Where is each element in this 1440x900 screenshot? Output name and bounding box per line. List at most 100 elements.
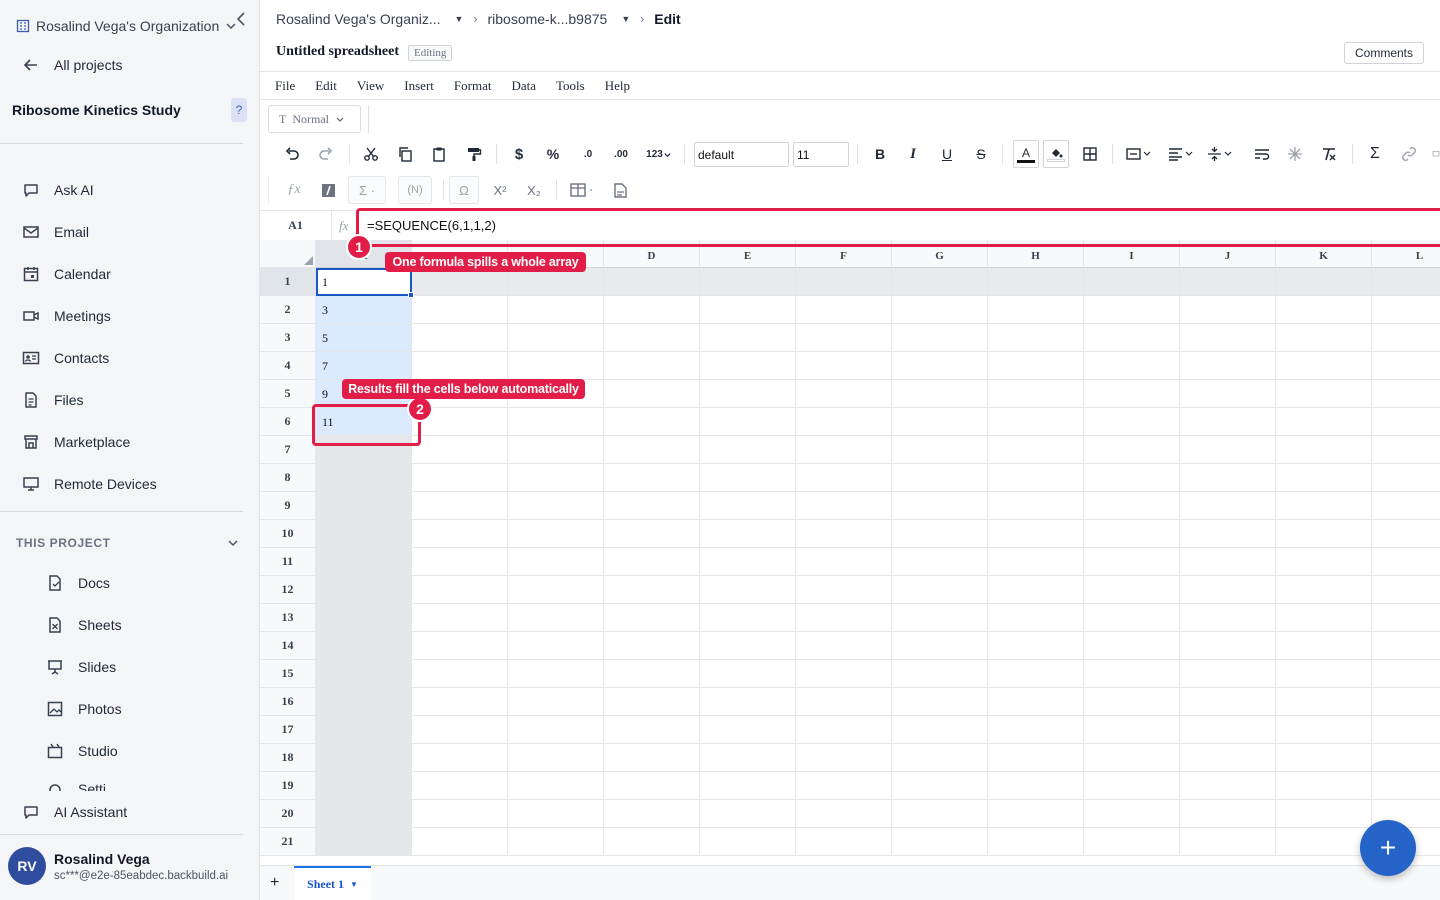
cell-d18[interactable] bbox=[604, 744, 700, 772]
section-this-project[interactable]: THIS PROJECT bbox=[16, 536, 111, 550]
cell-j13[interactable] bbox=[1180, 604, 1276, 632]
cell-a21[interactable] bbox=[316, 828, 412, 856]
cell-l4[interactable] bbox=[1372, 352, 1440, 380]
cell-j1[interactable] bbox=[1180, 268, 1276, 296]
cell-a13[interactable] bbox=[316, 604, 412, 632]
cell-k1[interactable] bbox=[1276, 268, 1372, 296]
cell-i10[interactable] bbox=[1084, 520, 1180, 548]
user-profile[interactable]: RV Rosalind Vega sc***@e2e-85eabdec.back… bbox=[8, 847, 228, 885]
cell-c4[interactable] bbox=[508, 352, 604, 380]
cell-g16[interactable] bbox=[892, 688, 988, 716]
cell-b7[interactable] bbox=[412, 436, 508, 464]
cell-g10[interactable] bbox=[892, 520, 988, 548]
cell-e6[interactable] bbox=[700, 408, 796, 436]
row-header-10[interactable]: 10 bbox=[260, 520, 316, 548]
cell-f3[interactable] bbox=[796, 324, 892, 352]
cell-b17[interactable] bbox=[412, 716, 508, 744]
font-family-input[interactable]: default bbox=[694, 142, 789, 167]
sum-icon[interactable]: Σ bbox=[1365, 144, 1385, 164]
paint-format-icon[interactable] bbox=[464, 144, 484, 164]
cell-h3[interactable] bbox=[988, 324, 1084, 352]
cell-f21[interactable] bbox=[796, 828, 892, 856]
menu-data[interactable]: Data bbox=[511, 78, 536, 94]
cell-d7[interactable] bbox=[604, 436, 700, 464]
number-format-select[interactable]: 123 bbox=[644, 144, 674, 164]
cell-g20[interactable] bbox=[892, 800, 988, 828]
cell-k20[interactable] bbox=[1276, 800, 1372, 828]
row-header-14[interactable]: 14 bbox=[260, 632, 316, 660]
cell-l19[interactable] bbox=[1372, 772, 1440, 800]
cell-f18[interactable] bbox=[796, 744, 892, 772]
cell-k18[interactable] bbox=[1276, 744, 1372, 772]
cell-b21[interactable] bbox=[412, 828, 508, 856]
row-header-11[interactable]: 11 bbox=[260, 548, 316, 576]
cell-b14[interactable] bbox=[412, 632, 508, 660]
cell-e19[interactable] bbox=[700, 772, 796, 800]
cell-f5[interactable] bbox=[796, 380, 892, 408]
cell-i7[interactable] bbox=[1084, 436, 1180, 464]
cell-c14[interactable] bbox=[508, 632, 604, 660]
cell-d8[interactable] bbox=[604, 464, 700, 492]
collapse-sidebar-icon[interactable] bbox=[232, 10, 250, 28]
cell-c21[interactable] bbox=[508, 828, 604, 856]
cell-h20[interactable] bbox=[988, 800, 1084, 828]
cell-l16[interactable] bbox=[1372, 688, 1440, 716]
row-header-21[interactable]: 21 bbox=[260, 828, 316, 856]
nav-files[interactable]: Files bbox=[22, 388, 84, 412]
cell-c1[interactable] bbox=[508, 268, 604, 296]
cell-b12[interactable] bbox=[412, 576, 508, 604]
cell-d15[interactable] bbox=[604, 660, 700, 688]
help-icon[interactable]: ? bbox=[231, 98, 247, 122]
add-sheet-button[interactable]: + bbox=[270, 874, 279, 892]
cell-g1[interactable] bbox=[892, 268, 988, 296]
cell-g2[interactable] bbox=[892, 296, 988, 324]
cell-d1[interactable] bbox=[604, 268, 700, 296]
cell-f19[interactable] bbox=[796, 772, 892, 800]
cell-g8[interactable] bbox=[892, 464, 988, 492]
cell-k12[interactable] bbox=[1276, 576, 1372, 604]
undo-icon[interactable] bbox=[282, 144, 302, 164]
cell-e2[interactable] bbox=[700, 296, 796, 324]
cell-l5[interactable] bbox=[1372, 380, 1440, 408]
document-title[interactable]: Untitled spreadsheet bbox=[276, 44, 399, 60]
fill-color-button[interactable] bbox=[1043, 140, 1069, 168]
cell-i19[interactable] bbox=[1084, 772, 1180, 800]
text-color-button[interactable]: A bbox=[1013, 140, 1039, 168]
cell-c19[interactable] bbox=[508, 772, 604, 800]
cell-c7[interactable] bbox=[508, 436, 604, 464]
text-style-select[interactable]: T Normal bbox=[268, 105, 361, 133]
cell-c13[interactable] bbox=[508, 604, 604, 632]
row-header-16[interactable]: 16 bbox=[260, 688, 316, 716]
cell-d21[interactable] bbox=[604, 828, 700, 856]
cell-b15[interactable] bbox=[412, 660, 508, 688]
cell-b9[interactable] bbox=[412, 492, 508, 520]
freeze-icon[interactable] bbox=[1285, 144, 1305, 164]
cell-f1[interactable] bbox=[796, 268, 892, 296]
cell-i3[interactable] bbox=[1084, 324, 1180, 352]
nav-ask-ai[interactable]: Ask AI bbox=[22, 178, 94, 202]
cell-h19[interactable] bbox=[988, 772, 1084, 800]
cell-e9[interactable] bbox=[700, 492, 796, 520]
cell-c10[interactable] bbox=[508, 520, 604, 548]
cell-h2[interactable] bbox=[988, 296, 1084, 324]
cell-l11[interactable] bbox=[1372, 548, 1440, 576]
cell-a10[interactable] bbox=[316, 520, 412, 548]
cell-j16[interactable] bbox=[1180, 688, 1276, 716]
cell-d6[interactable] bbox=[604, 408, 700, 436]
cell-e3[interactable] bbox=[700, 324, 796, 352]
cell-f14[interactable] bbox=[796, 632, 892, 660]
cell-e12[interactable] bbox=[700, 576, 796, 604]
cell-a8[interactable] bbox=[316, 464, 412, 492]
decrease-decimal-icon[interactable]: .0 bbox=[578, 144, 598, 164]
cell-a15[interactable] bbox=[316, 660, 412, 688]
cell-c11[interactable] bbox=[508, 548, 604, 576]
cell-f6[interactable] bbox=[796, 408, 892, 436]
font-size-input[interactable]: 11 bbox=[793, 142, 849, 167]
row-header-12[interactable]: 12 bbox=[260, 576, 316, 604]
cell-j2[interactable] bbox=[1180, 296, 1276, 324]
cell-j6[interactable] bbox=[1180, 408, 1276, 436]
row-header-17[interactable]: 17 bbox=[260, 716, 316, 744]
cell-g21[interactable] bbox=[892, 828, 988, 856]
cell-k14[interactable] bbox=[1276, 632, 1372, 660]
menu-edit[interactable]: Edit bbox=[315, 78, 337, 94]
